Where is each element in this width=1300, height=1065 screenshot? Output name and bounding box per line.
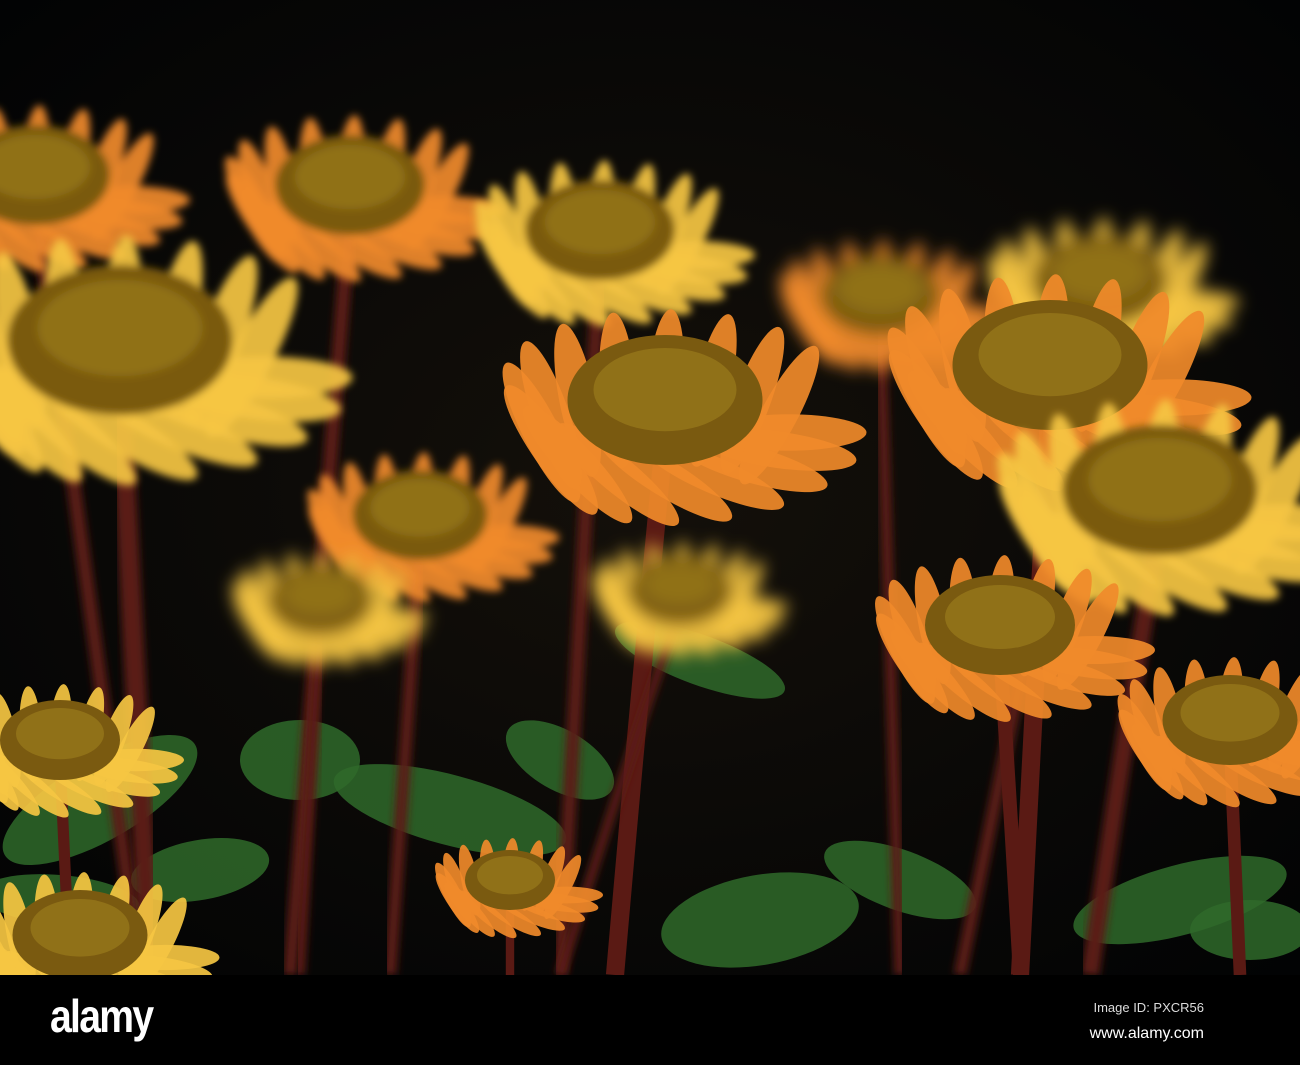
image-id: Image ID: PXCR56 [1093, 1000, 1204, 1015]
coneflower-photo [0, 0, 1300, 975]
alamy-logo: alamy [50, 990, 154, 1042]
watermark-bar: alamy Image ID: PXCR56 www.alamy.com [0, 975, 1300, 1065]
site-url: www.alamy.com [1089, 1025, 1204, 1042]
stock-photo: alamy Image ID: PXCR56 www.alamy.com [0, 0, 1300, 1065]
